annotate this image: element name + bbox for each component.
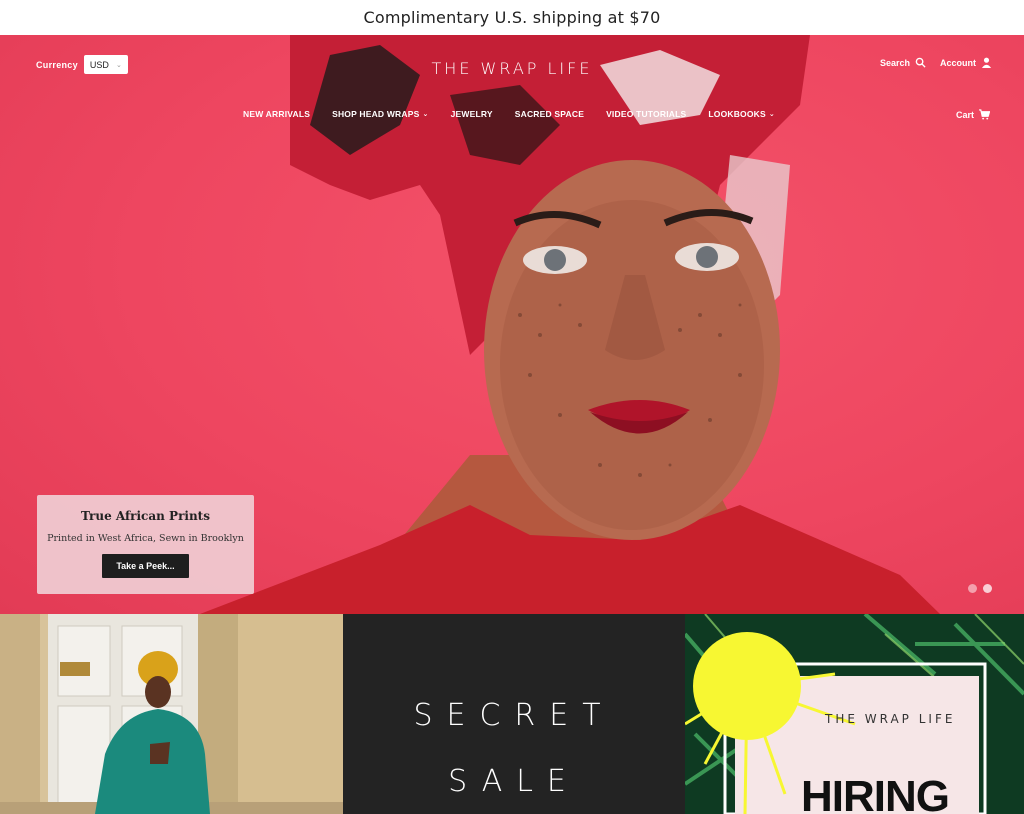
announcement-text: Complimentary U.S. shipping at $70 <box>363 8 661 27</box>
search-link[interactable]: Search <box>880 57 926 68</box>
user-icon <box>981 57 992 68</box>
cart-label: Cart <box>955 109 974 120</box>
take-a-peek-button[interactable]: Take a Peek... <box>102 554 189 578</box>
tile-secret-sale[interactable]: SECRET SALE <box>343 614 685 814</box>
nav-item-new-arrivals[interactable]: NEW ARRIVALS <box>243 109 310 119</box>
account-link[interactable]: Account <box>940 57 992 68</box>
nav-label: NEW ARRIVALS <box>243 109 311 119</box>
secret-sale-line-1: SECRET <box>413 698 615 733</box>
promo-subtitle: Printed in West Africa, Sewn in Brooklyn <box>47 533 244 544</box>
nav-label: LOOKBOOKS <box>708 109 766 119</box>
tile-hiring[interactable]: THE WRAP LIFE HIRING <box>685 614 1024 814</box>
announcement-bar: Complimentary U.S. shipping at $70 <box>0 0 1024 35</box>
slide-dot-1[interactable] <box>968 584 977 593</box>
nav-label: SACRED SPACE <box>514 109 585 119</box>
secret-sale-line-2: SALE <box>448 764 580 799</box>
hiring-logo-text: THE WRAP LIFE <box>825 712 956 726</box>
tile-lifestyle[interactable] <box>0 614 343 814</box>
main-nav: NEW ARRIVALS SHOP HEAD WRAPS ⌄ JEWELRY S… <box>243 109 797 119</box>
hiring-headline: HIRING <box>801 772 950 814</box>
slideshow-dots <box>968 584 992 593</box>
nav-item-sacred-space[interactable]: SACRED SPACE <box>515 109 584 119</box>
nav-item-jewelry[interactable]: JEWELRY <box>451 109 493 119</box>
site-logo[interactable]: THE WRAP LIFE <box>0 59 1024 78</box>
cart-link[interactable]: Cart <box>956 109 990 120</box>
slide-dot-2[interactable] <box>983 584 992 593</box>
header-utility-links: Search Account <box>880 57 992 68</box>
nav-label: VIDEO TUTORIALS <box>606 109 687 119</box>
cart-icon <box>979 109 990 120</box>
nav-item-shop-head-wraps[interactable]: SHOP HEAD WRAPS ⌄ <box>332 109 428 119</box>
promo-title: True African Prints <box>81 509 210 523</box>
chevron-down-icon: ⌄ <box>768 111 775 118</box>
account-label: Account <box>940 57 976 68</box>
hero-banner[interactable]: Currency USD ⌄ THE WRAP LIFE Search Acco… <box>0 35 1024 614</box>
nav-item-lookbooks[interactable]: LOOKBOOKS ⌄ <box>708 109 775 119</box>
nav-label: JEWELRY <box>450 109 493 119</box>
search-icon <box>915 57 926 68</box>
chevron-down-icon: ⌄ <box>422 111 429 118</box>
search-label: Search <box>879 57 910 68</box>
hero-promo-card: True African Prints Printed in West Afri… <box>37 495 254 594</box>
nav-label: SHOP HEAD WRAPS <box>332 109 420 119</box>
lifestyle-image <box>0 614 343 814</box>
nav-item-video-tutorials[interactable]: VIDEO TUTORIALS <box>606 109 686 119</box>
logo-text: THE WRAP LIFE <box>431 59 593 78</box>
